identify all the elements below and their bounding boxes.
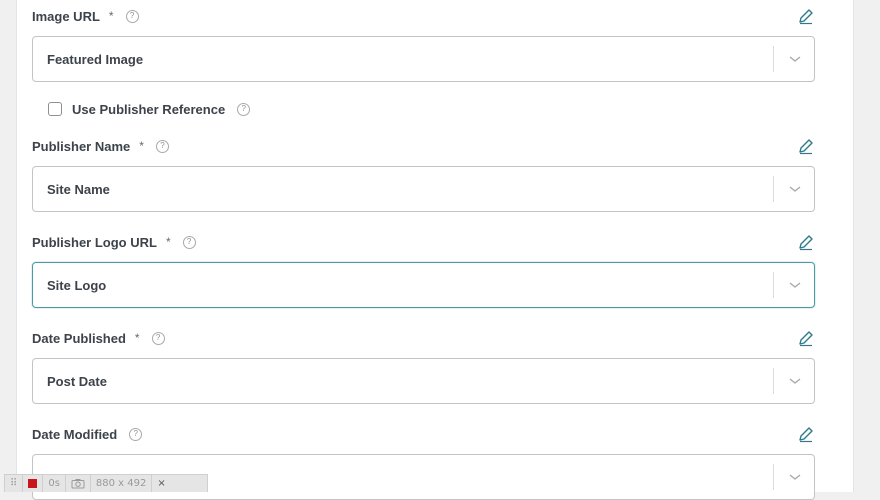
select-separator <box>773 368 774 394</box>
publisher-logo-url-field: Publisher Logo URL * ? Site Logo <box>32 232 815 308</box>
date-modified-label: Date Modified <box>32 426 118 442</box>
help-icon[interactable]: ? <box>151 331 165 345</box>
publisher-name-select[interactable]: Site Name <box>32 166 815 212</box>
required-marker: * <box>139 139 144 153</box>
date-published-label: Date Published <box>32 330 126 346</box>
publisher-name-label: Publisher Name <box>32 138 131 154</box>
image-url-label: Image URL <box>32 8 100 24</box>
select-separator <box>773 464 774 490</box>
pencil-icon[interactable] <box>797 329 815 347</box>
help-icon[interactable]: ? <box>237 102 251 116</box>
select-value: Site Name <box>47 182 110 197</box>
help-icon[interactable]: ? <box>129 427 143 441</box>
chevron-down-icon[interactable] <box>788 280 802 290</box>
stop-record-button[interactable] <box>23 475 44 492</box>
image-url-field: Image URL * ? Featured Image <box>32 6 815 82</box>
recording-time: 0s <box>43 475 66 492</box>
recorder-toolbar: ⠿ 0s 880 x 492 × <box>4 474 208 492</box>
chevron-down-icon[interactable] <box>788 54 802 64</box>
select-value: Site Logo <box>47 278 107 293</box>
help-icon[interactable]: ? <box>125 9 139 23</box>
select-value: Featured Image <box>47 52 144 67</box>
publisher-logo-url-label: Publisher Logo URL <box>32 234 157 250</box>
chevron-down-icon[interactable] <box>788 376 802 386</box>
date-published-select[interactable]: Post Date <box>32 358 815 404</box>
publisher-logo-url-select[interactable]: Site Logo <box>32 262 815 308</box>
pencil-icon[interactable] <box>797 7 815 25</box>
required-marker: * <box>134 331 140 345</box>
pencil-icon[interactable] <box>797 233 815 251</box>
help-icon[interactable]: ? <box>182 235 196 249</box>
capture-dimensions: 880 x 492 <box>91 475 153 492</box>
drag-handle-icon[interactable]: ⠿ <box>5 475 24 492</box>
date-published-field: Date Published * ? Post Date <box>32 328 815 404</box>
chevron-down-icon[interactable] <box>788 184 802 194</box>
required-marker: * <box>108 9 114 23</box>
camera-button[interactable] <box>66 475 91 492</box>
publisher-name-field: Publisher Name * ? Site Name <box>32 136 815 212</box>
use-publisher-reference-row: Use Publisher Reference ? <box>48 100 251 118</box>
select-separator <box>773 272 774 298</box>
chevron-down-icon[interactable] <box>788 472 802 482</box>
use-publisher-reference-label[interactable]: Use Publisher Reference <box>72 102 225 117</box>
close-icon[interactable]: × <box>152 475 170 492</box>
select-value: Post Date <box>47 374 107 389</box>
help-icon[interactable]: ? <box>155 139 169 153</box>
image-url-select[interactable]: Featured Image <box>32 36 815 82</box>
pencil-icon[interactable] <box>797 137 815 155</box>
select-separator <box>773 176 774 202</box>
required-marker: * <box>165 235 171 249</box>
use-publisher-reference-checkbox[interactable] <box>48 102 62 116</box>
pencil-icon[interactable] <box>797 425 815 443</box>
record-stop-icon <box>28 479 38 488</box>
select-separator <box>773 46 774 72</box>
camera-icon <box>71 479 85 489</box>
